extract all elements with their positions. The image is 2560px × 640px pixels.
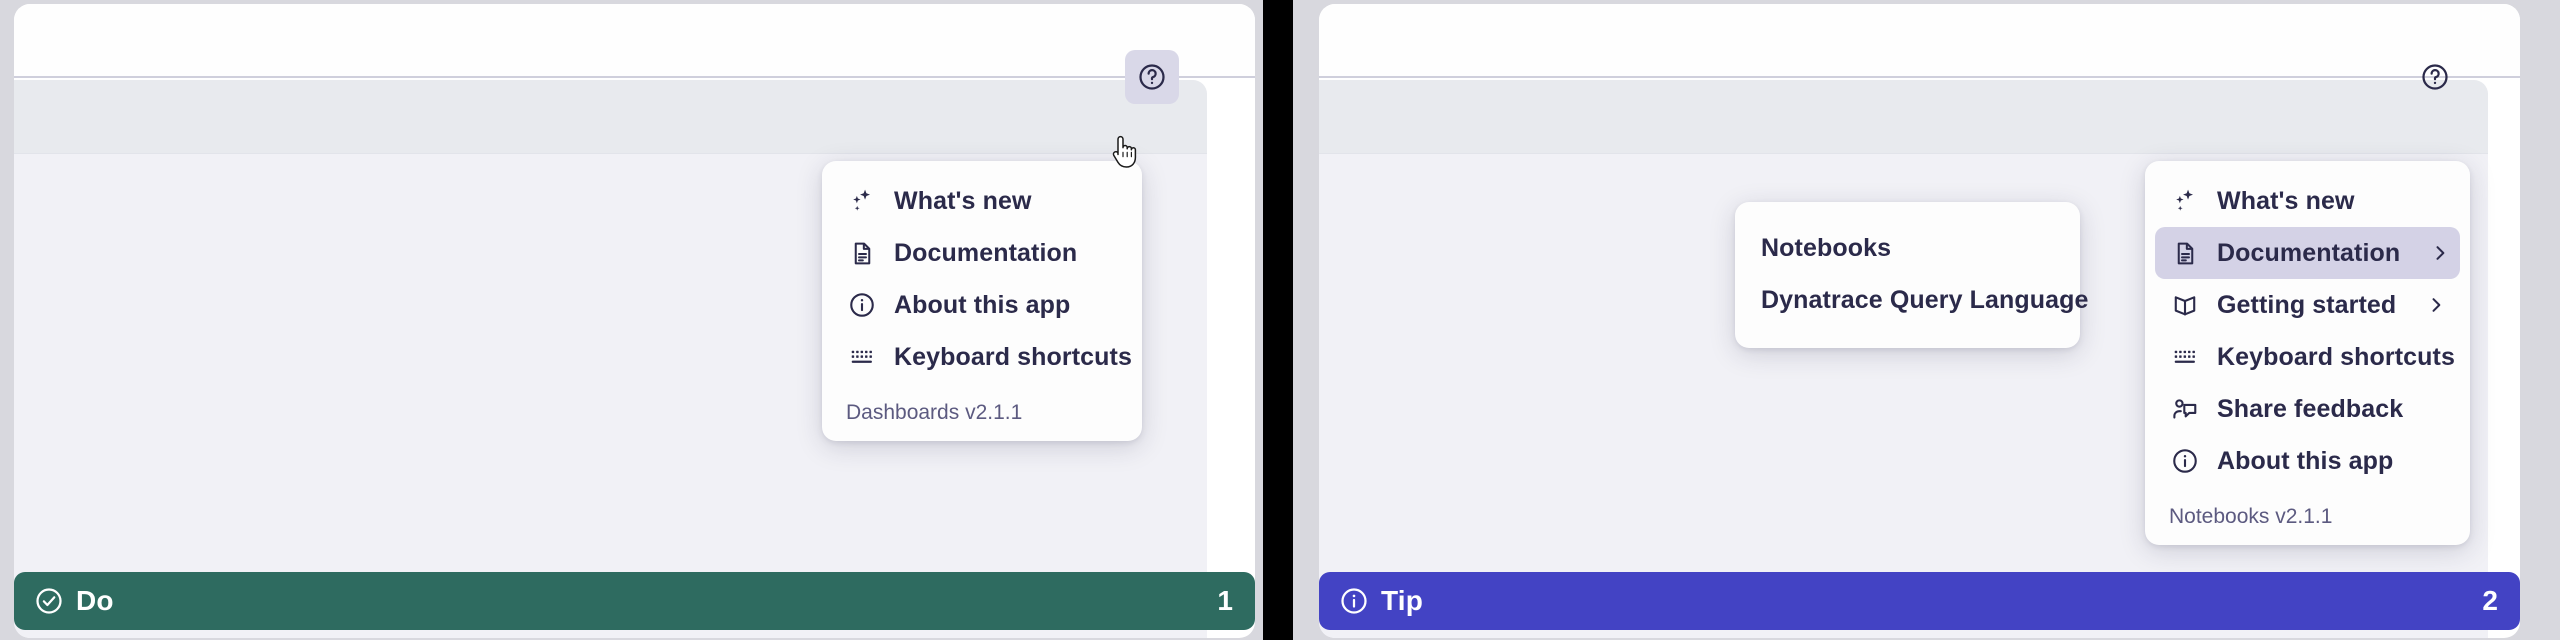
feedback-icon (2169, 393, 2201, 425)
menu-item-label: Documentation (894, 238, 1078, 267)
banner-label: Do (76, 585, 114, 616)
menu-item-label: About this app (894, 290, 1071, 319)
menu-item-about-this-app[interactable]: About this app (2145, 435, 2470, 487)
info-circle-icon (2169, 445, 2201, 477)
help-circle-icon (2420, 62, 2450, 92)
panel-right: Notebooks Dynatrace Query Language What'… (1293, 0, 2560, 640)
menu-item-whats-new[interactable]: What's new (822, 175, 1142, 227)
menu-item-getting-started[interactable]: Getting started (2145, 279, 2470, 331)
menu-item-documentation[interactable]: Documentation (2155, 227, 2460, 279)
menu-item-label: Keyboard shortcuts (2217, 342, 2455, 371)
sparkles-icon (2169, 185, 2201, 217)
menu-item-keyboard-shortcuts[interactable]: Keyboard shortcuts (2145, 331, 2470, 383)
info-circle-icon (846, 289, 878, 321)
menu-item-label: About this app (2217, 446, 2394, 475)
info-circle-icon (1339, 586, 1369, 616)
book-icon (2169, 289, 2201, 321)
document-icon (846, 237, 878, 269)
menu-item-label: Documentation (2217, 238, 2401, 267)
menu-item-about-this-app[interactable]: About this app (822, 279, 1142, 331)
menu-item-label: What's new (2217, 186, 2355, 215)
menu-item-label: Getting started (2217, 290, 2397, 319)
screenshot-stage: What's new Documentation About this app … (0, 0, 2560, 640)
help-menu-left: What's new Documentation About this app … (822, 161, 1142, 441)
menu-item-documentation[interactable]: Documentation (822, 227, 1142, 279)
sparkles-icon (846, 185, 878, 217)
toolbar-right (1319, 80, 2488, 154)
keyboard-icon (2169, 341, 2201, 373)
submenu-item-label: Notebooks (1761, 233, 1892, 262)
banner-do: Do 1 (14, 572, 1255, 630)
banner-number: 2 (2482, 585, 2498, 616)
app-card-right: Notebooks Dynatrace Query Language What'… (1319, 4, 2520, 638)
menu-item-share-feedback[interactable]: Share feedback (2145, 383, 2470, 435)
menu-item-label: Keyboard shortcuts (894, 342, 1132, 371)
menu-version-footer: Dashboards v2.1.1 (846, 401, 1023, 424)
check-circle-icon (34, 586, 64, 616)
menu-version-footer: Notebooks v2.1.1 (2169, 505, 2333, 528)
help-circle-icon (1137, 62, 1167, 92)
menu-item-label: What's new (894, 186, 1032, 215)
banner-tip: Tip 2 (1319, 572, 2520, 630)
card-topbar-left (14, 4, 1255, 78)
chevron-right-icon (2396, 295, 2446, 315)
documentation-submenu: Notebooks Dynatrace Query Language (1735, 202, 2088, 348)
help-button[interactable] (2408, 50, 2462, 104)
submenu-item-notebooks[interactable]: Notebooks (1735, 222, 2080, 274)
help-menu-right: What's new Documentation Getting started… (2145, 161, 2470, 545)
card-topbar-right (1319, 4, 2520, 78)
app-card-left: What's new Documentation About this app … (14, 4, 1255, 638)
submenu-item-dynatrace-query-language[interactable]: Dynatrace Query Language (1735, 274, 2088, 326)
keyboard-icon (846, 341, 878, 373)
menu-item-whats-new[interactable]: What's new (2145, 175, 2470, 227)
chevron-right-icon (2400, 243, 2450, 263)
help-button[interactable] (1125, 50, 1179, 104)
submenu-item-label: Dynatrace Query Language (1761, 285, 2089, 314)
banner-label: Tip (1381, 585, 1424, 616)
panel-left: What's new Documentation About this app … (0, 0, 1263, 640)
document-icon (2169, 237, 2201, 269)
menu-item-label: Share feedback (2217, 394, 2404, 423)
banner-number: 1 (1217, 585, 1233, 616)
menu-item-keyboard-shortcuts[interactable]: Keyboard shortcuts (822, 331, 1142, 383)
toolbar-left (14, 80, 1207, 154)
